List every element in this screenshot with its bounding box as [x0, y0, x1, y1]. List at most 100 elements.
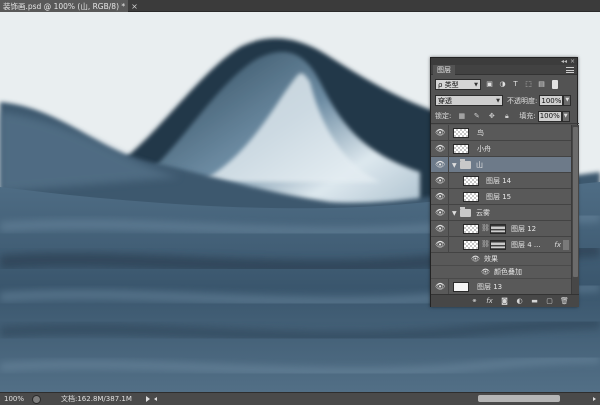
visibility-eye-icon[interactable]: 👁︎ — [435, 282, 445, 291]
opacity-input[interactable]: 100% — [539, 95, 564, 106]
layer-row-15[interactable]: 👁︎ 图层 15 — [431, 189, 571, 205]
lock-label: 锁定: — [435, 112, 452, 120]
document-tab[interactable]: 装饰画.psd @ 100% (山, RGB/8) * × — [0, 0, 138, 12]
panel-titlebar[interactable]: ◂◂ × — [431, 58, 577, 65]
layer-row-bird[interactable]: 👁︎ 鸟 — [431, 125, 571, 141]
layer-group-mountain[interactable]: 👁︎ ▼ 山 — [431, 157, 571, 173]
layer-name: 小舟 — [477, 145, 491, 153]
add-mask-icon[interactable]: ◙ — [500, 297, 509, 306]
document-size: 文档:162.8M/387.1M — [61, 395, 132, 403]
status-info-icon[interactable] — [32, 394, 41, 404]
layer-row-boat[interactable]: 👁︎ 小舟 — [431, 141, 571, 157]
filter-toggle[interactable] — [552, 80, 558, 89]
new-group-icon[interactable]: ▬ — [530, 297, 539, 306]
visibility-eye-icon[interactable]: 👁︎ — [435, 224, 445, 233]
panel-menu-icon[interactable] — [566, 67, 574, 73]
panel-footer: ⚭ fx ◙ ◐ ▬ ▢ 🗑︎ — [431, 294, 579, 307]
status-menu-arrow-icon[interactable] — [145, 396, 150, 402]
chevron-down-icon: ▼ — [496, 98, 500, 104]
layers-scrollbar[interactable] — [571, 125, 579, 294]
divider — [448, 205, 449, 221]
adjustment-layer-icon[interactable]: ◐ — [515, 297, 524, 306]
expand-triangle-icon[interactable]: ▼ — [452, 162, 457, 169]
visibility-eye-icon[interactable]: 👁︎ — [435, 240, 445, 249]
fx-button-icon[interactable]: fx — [485, 297, 494, 306]
scroll-right-icon[interactable] — [593, 397, 596, 401]
opacity-dropdown-icon[interactable]: ▼ — [563, 95, 572, 106]
visibility-eye-icon[interactable]: 👁︎ — [435, 208, 445, 217]
fill-input[interactable]: 100% — [537, 110, 562, 122]
smart-object-filter-icon[interactable]: ▤ — [537, 80, 546, 89]
color-overlay-row[interactable]: 👁︎ 颜色叠加 — [431, 266, 571, 279]
blend-mode-select[interactable]: 穿透 ▼ — [435, 95, 503, 106]
layer-row-14[interactable]: 👁︎ 图层 14 — [431, 173, 571, 189]
layers-scrollbar-thumb[interactable] — [573, 127, 578, 277]
link-chain-icon: ⛓︎ — [481, 224, 490, 232]
layer-mask-thumbnail[interactable] — [490, 240, 506, 250]
visibility-eye-icon[interactable]: 👁︎ — [435, 144, 445, 153]
divider — [448, 237, 449, 253]
tab-bar: 装饰画.psd @ 100% (山, RGB/8) * × — [0, 0, 600, 12]
folder-icon — [460, 207, 471, 217]
layer-name: 图层 15 — [486, 193, 512, 201]
zoom-level[interactable]: 100% — [4, 395, 28, 403]
divider — [448, 221, 449, 237]
layer-thumbnail — [463, 192, 479, 202]
shape-filter-icon[interactable]: ⬚ — [524, 80, 533, 89]
effects-row[interactable]: 👁︎ 效果 — [431, 253, 571, 266]
fill-label: 填充: — [519, 112, 536, 120]
blend-mode-value: 穿透 — [438, 96, 452, 105]
divider — [448, 141, 449, 157]
effects-toggle[interactable] — [563, 240, 569, 250]
link-layers-icon[interactable]: ⚭ — [470, 297, 479, 306]
layer-name: 鸟 — [477, 129, 484, 137]
layer-thumbnail — [463, 240, 479, 250]
collapse-panel-icon[interactable]: ◂◂ — [561, 58, 567, 65]
image-filter-icon[interactable]: ▣ — [485, 80, 494, 89]
fx-icon[interactable]: fx — [554, 237, 561, 253]
layer-thumbnail — [453, 282, 469, 292]
color-overlay-label: 颜色叠加 — [494, 268, 522, 276]
lock-all-icon[interactable]: 🔒︎ — [502, 112, 511, 121]
close-panel-icon[interactable]: × — [570, 58, 575, 65]
expand-triangle-icon[interactable]: ▼ — [452, 210, 457, 217]
divider — [448, 173, 449, 189]
scroll-left-icon[interactable] — [153, 397, 157, 401]
divider — [448, 125, 449, 141]
visibility-eye-icon[interactable]: 👁︎ — [435, 128, 445, 137]
visibility-eye-icon[interactable]: 👁︎ — [471, 255, 480, 263]
layer-thumbnail — [453, 128, 469, 138]
layer-group-clouds[interactable]: 👁︎ ▼ 云雾 — [431, 205, 571, 221]
type-filter-icon[interactable]: T — [511, 80, 520, 89]
layer-name: 图层 14 — [486, 177, 512, 185]
filter-kind-select[interactable]: ρ 类型 ▼ — [435, 79, 481, 90]
fill-dropdown-icon[interactable]: ▼ — [561, 110, 570, 122]
layer-name: 图层 4 ... — [511, 241, 541, 249]
layer-name: 图层 12 — [511, 225, 537, 233]
divider — [448, 157, 449, 173]
lock-image-icon[interactable]: ✎ — [472, 112, 481, 121]
close-tab-icon[interactable]: × — [131, 2, 138, 11]
link-chain-icon: ⛓︎ — [481, 240, 490, 248]
opacity-label: 不透明度: — [507, 96, 538, 105]
new-layer-icon[interactable]: ▢ — [545, 297, 554, 306]
visibility-eye-icon[interactable]: 👁︎ — [481, 268, 490, 276]
layer-row-13[interactable]: 👁︎ 图层 13 — [431, 279, 571, 294]
lock-transparent-icon[interactable]: ▦ — [457, 112, 466, 121]
layer-thumbnail — [463, 224, 479, 234]
layer-row-4[interactable]: 👁︎ ⛓︎ 图层 4 ... fx — [431, 237, 571, 253]
lock-position-icon[interactable]: ✥ — [487, 112, 496, 121]
filter-kind-value: ρ 类型 — [438, 80, 459, 89]
layer-mask-thumbnail[interactable] — [490, 224, 506, 234]
lock-row: 锁定: ▦ ✎ ✥ 🔒︎ 填充: 100% ▼ — [431, 109, 579, 124]
adjustment-filter-icon[interactable]: ◑ — [498, 80, 507, 89]
blend-row: 穿透 ▼ 不透明度: 100% ▼ — [431, 93, 579, 108]
document-tab-title: 装饰画.psd @ 100% (山, RGB/8) * — [3, 1, 126, 11]
horizontal-scrollbar-thumb[interactable] — [478, 395, 560, 402]
layer-row-12[interactable]: 👁︎ ⛓︎ 图层 12 — [431, 221, 571, 237]
visibility-eye-icon[interactable]: 👁︎ — [435, 176, 445, 185]
trash-icon[interactable]: 🗑︎ — [560, 297, 569, 306]
visibility-eye-icon[interactable]: 👁︎ — [435, 192, 445, 201]
tab-layers[interactable]: 图层 — [433, 65, 455, 75]
visibility-eye-icon[interactable]: 👁︎ — [435, 160, 445, 169]
